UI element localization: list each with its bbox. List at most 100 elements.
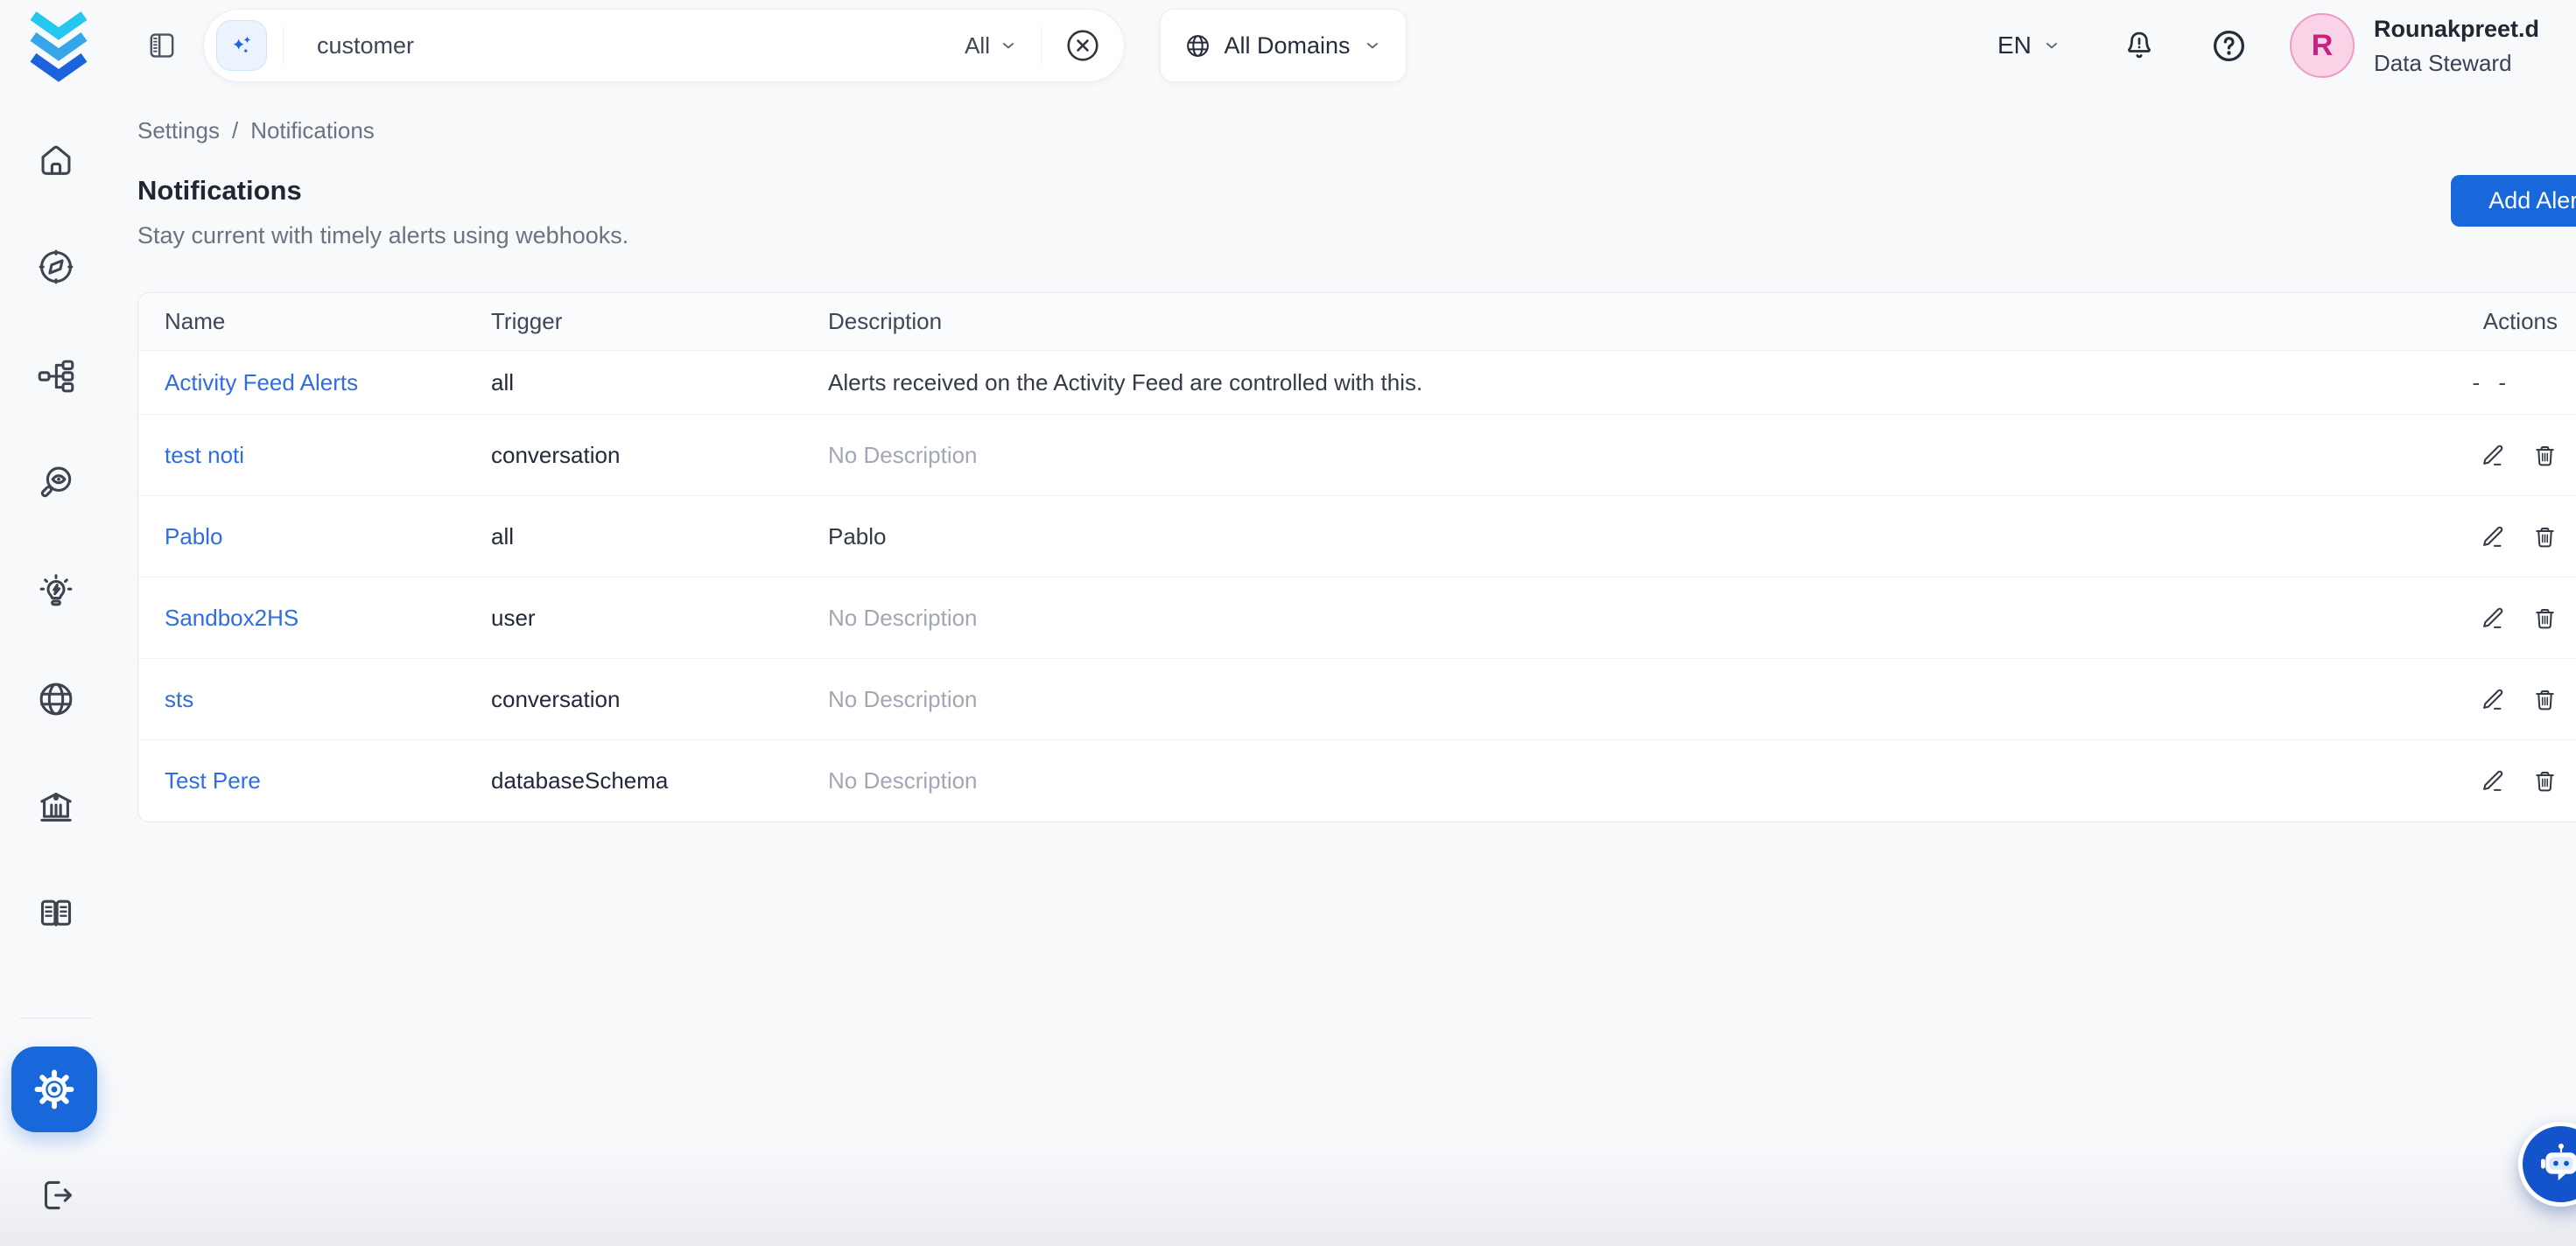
sidebar-item-lineage[interactable] bbox=[36, 356, 76, 396]
cell-description: Alerts received on the Activity Feed are… bbox=[828, 369, 1422, 396]
sidebar-item-insights[interactable] bbox=[36, 572, 76, 612]
cell-description: Pablo bbox=[828, 523, 887, 550]
all-domains-label: All Domains bbox=[1224, 32, 1350, 60]
trash-icon bbox=[2532, 524, 2558, 550]
search-scope-label: All bbox=[965, 32, 990, 60]
clear-search-button[interactable] bbox=[1064, 27, 1101, 64]
sidebar-item-domains[interactable] bbox=[36, 679, 76, 719]
no-actions-placeholder: - - bbox=[2472, 369, 2512, 396]
search-scope-dropdown[interactable]: All bbox=[965, 32, 1018, 60]
global-search-bar: All bbox=[203, 9, 1125, 82]
sidebar-item-logout[interactable] bbox=[36, 1175, 76, 1215]
panel-icon bbox=[147, 31, 177, 60]
search-eye-icon bbox=[36, 462, 76, 502]
table-row: sts conversation No Description bbox=[138, 659, 2576, 740]
alert-name-link[interactable]: Sandbox2HS bbox=[165, 605, 298, 631]
alert-name-link[interactable]: test noti bbox=[165, 442, 244, 468]
user-menu[interactable]: Rounakpreet.d Data Steward bbox=[2374, 11, 2539, 80]
cell-description: No Description bbox=[828, 605, 978, 631]
sidebar-item-govern[interactable] bbox=[36, 787, 76, 827]
divider bbox=[1041, 27, 1042, 64]
layers-logo-icon bbox=[23, 5, 95, 86]
cell-description: No Description bbox=[828, 767, 978, 794]
divider bbox=[283, 27, 284, 64]
settings-gear-icon bbox=[32, 1067, 77, 1112]
logout-icon bbox=[36, 1175, 76, 1215]
column-header-actions: Actions bbox=[2330, 308, 2576, 335]
sidebar-item-glossary[interactable] bbox=[36, 893, 76, 934]
avatar-initial: R bbox=[2312, 29, 2334, 63]
cell-trigger: all bbox=[491, 369, 514, 396]
trash-icon bbox=[2532, 768, 2558, 794]
bell-alert-icon bbox=[2122, 28, 2157, 63]
edit-button[interactable] bbox=[2481, 443, 2506, 468]
home-icon bbox=[36, 140, 76, 180]
cell-trigger: user bbox=[491, 605, 536, 631]
edit-button[interactable] bbox=[2481, 768, 2506, 794]
edit-button[interactable] bbox=[2481, 687, 2506, 712]
table-row: Test Pere databaseSchema No Description bbox=[138, 740, 2576, 822]
language-switcher[interactable]: EN bbox=[1997, 0, 2061, 91]
delete-button[interactable] bbox=[2532, 768, 2558, 794]
table-row: test noti conversation No Description bbox=[138, 415, 2576, 496]
app-screen: All All Domains EN bbox=[0, 0, 2576, 1246]
column-header-description: Description bbox=[802, 308, 2330, 335]
user-role: Data Steward bbox=[2374, 46, 2539, 80]
sparkles-icon bbox=[228, 32, 256, 60]
flow-tree-icon bbox=[36, 356, 76, 396]
add-alert-button[interactable]: Add Alert bbox=[2451, 175, 2576, 227]
delete-button[interactable] bbox=[2532, 687, 2558, 712]
search-input[interactable] bbox=[317, 32, 965, 60]
alert-name-link[interactable]: sts bbox=[165, 686, 193, 712]
breadcrumb-notifications: Notifications bbox=[250, 117, 375, 144]
table-row: Sandbox2HS user No Description bbox=[138, 578, 2576, 659]
pencil-icon bbox=[2481, 443, 2506, 468]
sidebar-toggle-button[interactable] bbox=[147, 31, 177, 60]
user-avatar[interactable]: R bbox=[2290, 13, 2355, 78]
edit-button[interactable] bbox=[2481, 524, 2506, 550]
page-subtitle: Stay current with timely alerts using we… bbox=[137, 222, 628, 249]
question-circle-icon bbox=[2211, 28, 2247, 64]
chevron-down-icon bbox=[1363, 36, 1382, 55]
pencil-icon bbox=[2481, 524, 2506, 550]
cell-trigger: all bbox=[491, 523, 514, 550]
sidebar-item-home[interactable] bbox=[36, 140, 76, 180]
notifications-table: Name Trigger Description Actions Activit… bbox=[137, 292, 2576, 822]
help-button[interactable] bbox=[2211, 0, 2247, 91]
table-row: Activity Feed Alerts all Alerts received… bbox=[138, 351, 2576, 415]
collate-logo[interactable] bbox=[23, 5, 95, 86]
alert-name-link[interactable]: Test Pere bbox=[165, 767, 261, 794]
robot-icon bbox=[2536, 1139, 2576, 1190]
all-domains-dropdown[interactable]: All Domains bbox=[1160, 9, 1407, 82]
circle-x-icon bbox=[1064, 27, 1101, 64]
delete-button[interactable] bbox=[2532, 606, 2558, 631]
ai-search-button[interactable] bbox=[216, 20, 267, 71]
language-label: EN bbox=[1997, 32, 2032, 60]
sidebar-item-explore[interactable] bbox=[36, 247, 76, 287]
edit-button[interactable] bbox=[2481, 606, 2506, 631]
column-header-trigger: Trigger bbox=[465, 308, 802, 335]
alert-name-link[interactable]: Activity Feed Alerts bbox=[165, 369, 358, 396]
sidebar bbox=[0, 91, 112, 1246]
trash-icon bbox=[2532, 687, 2558, 712]
sidebar-item-settings-active[interactable] bbox=[11, 1046, 97, 1132]
breadcrumb: Settings / Notifications bbox=[137, 117, 375, 144]
cell-trigger: conversation bbox=[491, 686, 620, 712]
alert-name-link[interactable]: Pablo bbox=[165, 523, 223, 550]
delete-button[interactable] bbox=[2532, 443, 2558, 468]
column-header-name: Name bbox=[138, 308, 465, 335]
delete-button[interactable] bbox=[2532, 524, 2558, 550]
trash-icon bbox=[2532, 606, 2558, 631]
table-row: Pablo all Pablo bbox=[138, 496, 2576, 578]
sidebar-item-observability[interactable] bbox=[36, 462, 76, 502]
notifications-bell-button[interactable] bbox=[2122, 0, 2157, 91]
topbar: All All Domains EN bbox=[0, 0, 2576, 91]
breadcrumb-settings[interactable]: Settings bbox=[137, 117, 220, 144]
user-name: Rounakpreet.d bbox=[2374, 11, 2539, 46]
cell-description: No Description bbox=[828, 442, 978, 468]
open-book-icon bbox=[36, 893, 76, 934]
bank-icon bbox=[36, 787, 76, 827]
breadcrumb-separator: / bbox=[232, 117, 238, 144]
chevron-down-icon bbox=[999, 36, 1018, 55]
globe-icon bbox=[1184, 32, 1211, 60]
